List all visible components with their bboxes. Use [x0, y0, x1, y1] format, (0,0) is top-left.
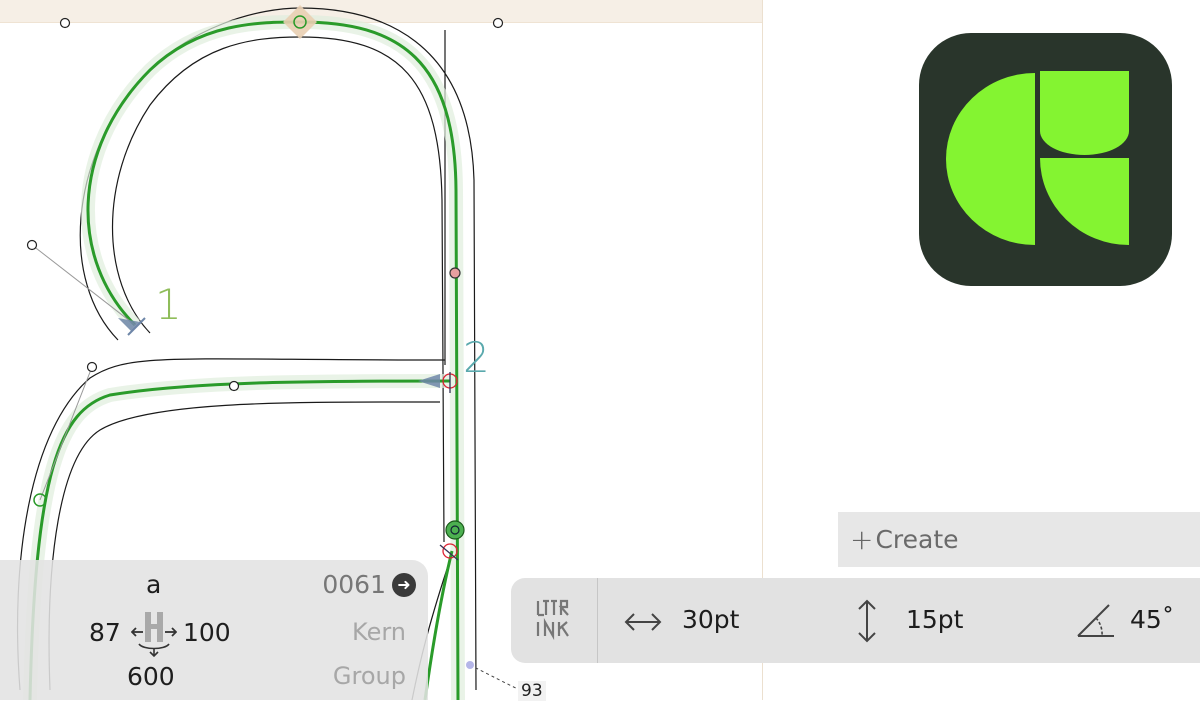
right-sidebearing-value[interactable]: 100: [183, 618, 231, 647]
glyph-name: a: [146, 570, 162, 599]
glyph-info-panel: a 0061 ➜ 87 100 600 Kern Group: [0, 560, 428, 700]
brush-angle-value[interactable]: 45˚: [1130, 605, 1174, 634]
distance-label: 93: [518, 681, 546, 701]
vertical-arrows-icon[interactable]: [854, 598, 880, 644]
selected-node: [283, 5, 317, 39]
unicode-value: 0061: [322, 570, 386, 599]
control-point: [86, 361, 98, 373]
angle-icon[interactable]: [1075, 600, 1117, 644]
app-icon: [919, 33, 1172, 286]
advance-width-value[interactable]: 600: [127, 662, 175, 691]
create-strip: + Create: [838, 512, 1200, 567]
on-curve-node: [449, 267, 461, 279]
arrow-right-circle-icon[interactable]: ➜: [392, 572, 416, 597]
control-point: [492, 17, 504, 29]
brush-toolbar: 30pt 15pt 45˚: [511, 578, 1200, 663]
sidebearings-icon: [131, 612, 177, 658]
brush-width-value[interactable]: 30pt: [682, 605, 739, 634]
toolbar-divider: [597, 578, 598, 663]
plus-icon: +: [850, 522, 874, 556]
create-button[interactable]: + Create: [838, 512, 959, 567]
control-point: [59, 17, 71, 29]
create-label: Create: [875, 525, 959, 554]
horizontal-arrows-icon[interactable]: [623, 600, 663, 644]
left-sidebearing-value[interactable]: 87: [89, 618, 121, 647]
stroke-number-1: 1: [155, 280, 182, 329]
control-point: [228, 380, 240, 392]
app-logo-shape: [946, 71, 1129, 245]
brush-height-value[interactable]: 15pt: [906, 605, 963, 634]
group-label[interactable]: Group: [333, 662, 406, 690]
kern-label[interactable]: Kern: [352, 618, 406, 646]
lttr-ink-logo[interactable]: [535, 598, 571, 640]
control-point: [26, 239, 38, 251]
stroke-number-2: 2: [463, 333, 490, 382]
on-curve-node: [445, 520, 465, 540]
unicode-link[interactable]: 0061 ➜: [322, 570, 416, 599]
